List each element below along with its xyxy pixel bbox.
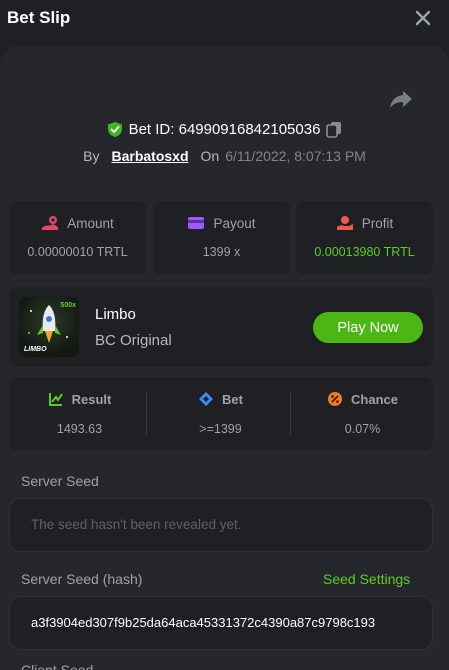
- server-seed-placeholder: The seed hasn't been revealed yet.: [31, 517, 242, 532]
- chance-value: 0.07%: [344, 422, 381, 436]
- result-card: Result 1493.63 Bet >=1399 Chance 0.07%: [9, 377, 433, 450]
- game-card: 500x LIMBO Limbo BC Original Play Now: [9, 287, 433, 367]
- divider: [146, 391, 147, 435]
- server-seed-hash-value: a3f3904ed307f9b25da64aca45331372c4390a87…: [31, 615, 376, 630]
- payout-icon: [188, 217, 205, 229]
- play-now-button[interactable]: Play Now: [313, 312, 423, 343]
- share-icon: [390, 91, 412, 108]
- payout-label: Payout: [213, 215, 256, 231]
- thumb-label: LIMBO: [24, 346, 47, 353]
- divider: [290, 391, 291, 435]
- game-thumbnail[interactable]: 500x LIMBO: [19, 297, 79, 357]
- verified-shield-icon: [107, 121, 122, 137]
- bet-icon: [199, 392, 214, 406]
- amount-card: Amount 0.00000010 TRTL: [9, 201, 146, 274]
- page-title: Bet Slip: [7, 8, 71, 27]
- amount-label: Amount: [67, 215, 114, 231]
- payout-value: 1399 x: [202, 245, 241, 259]
- thumb-badge: 500x: [60, 302, 76, 309]
- amount-icon: [42, 216, 59, 230]
- server-seed-field[interactable]: The seed hasn't been revealed yet.: [9, 498, 433, 552]
- result-label: Result: [71, 391, 112, 407]
- game-name: Limbo: [95, 306, 136, 323]
- on-label: On: [200, 148, 220, 164]
- header: Bet Slip: [0, 0, 449, 38]
- game-subtitle: BC Original: [95, 332, 172, 349]
- close-icon: [415, 10, 431, 26]
- result-value: 1493.63: [56, 422, 103, 436]
- copy-icon: [326, 121, 342, 138]
- by-label: By: [83, 148, 100, 164]
- bet-meta-row: By Barbatosxd On 6/11/2022, 8:07:13 PM: [0, 145, 449, 167]
- bet-column: Bet >=1399: [150, 377, 291, 450]
- chance-icon: [328, 392, 343, 406]
- result-icon: [48, 393, 63, 406]
- bet-value: >=1399: [199, 422, 242, 436]
- result-column: Result 1493.63: [9, 377, 150, 450]
- bet-label: Bet: [222, 391, 243, 407]
- username-link[interactable]: Barbatosxd: [112, 148, 189, 164]
- server-seed-hash-field[interactable]: a3f3904ed307f9b25da64aca45331372c4390a87…: [9, 596, 433, 650]
- payout-card: Payout 1399 x: [153, 201, 290, 274]
- chance-column: Chance 0.07%: [292, 377, 433, 450]
- profit-card: Profit 0.00013980 TRTL: [296, 201, 433, 274]
- copy-button[interactable]: [326, 121, 342, 138]
- profit-value: 0.00013980 TRTL: [314, 245, 415, 259]
- bet-date: 6/11/2022, 8:07:13 PM: [225, 148, 366, 164]
- profit-icon: [336, 216, 353, 230]
- server-seed-label: Server Seed: [21, 473, 99, 489]
- profit-label: Profit: [361, 215, 394, 231]
- share-button[interactable]: [389, 88, 413, 110]
- close-button[interactable]: [413, 8, 433, 28]
- chance-label: Chance: [351, 391, 398, 407]
- seed-settings-link[interactable]: Seed Settings: [323, 571, 410, 587]
- amount-value: 0.00000010 TRTL: [27, 245, 128, 259]
- client-seed-label: Client Seed: [21, 662, 94, 670]
- bet-id: Bet ID: 64990916842105036: [128, 120, 321, 138]
- bet-id-row: Bet ID: 64990916842105036: [0, 118, 449, 140]
- server-seed-hash-label: Server Seed (hash): [21, 571, 143, 587]
